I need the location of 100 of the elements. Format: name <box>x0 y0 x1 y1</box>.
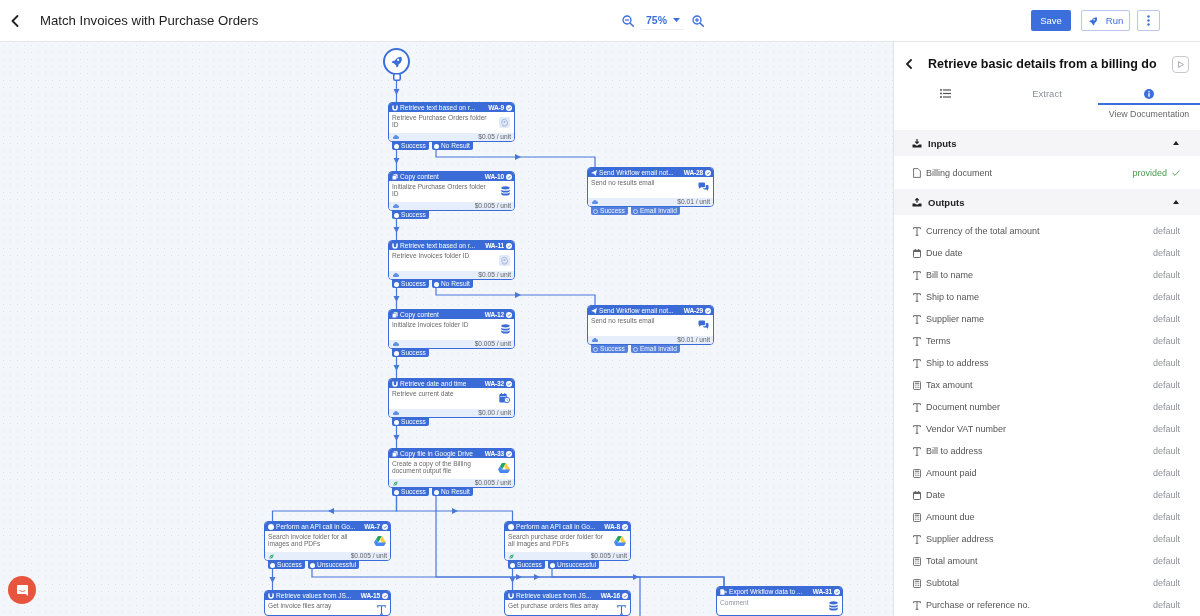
magnet-icon <box>392 104 398 111</box>
field-status: default <box>1152 226 1180 236</box>
cloud-icon <box>393 135 399 139</box>
chevron-left-icon <box>11 14 19 27</box>
check-circle-icon <box>506 104 512 111</box>
field-status: default <box>1152 468 1180 478</box>
field-label: Currency of the total amount <box>926 226 1041 236</box>
connector-arrow <box>393 425 400 449</box>
tab-caption: View Documentation <box>1107 108 1191 121</box>
text-type-icon <box>913 270 921 280</box>
field-label: Date <box>926 490 946 500</box>
field-label: Amount due <box>926 512 976 522</box>
more-options-button[interactable] <box>1137 10 1160 31</box>
chat-bubble-icon <box>15 583 29 597</box>
field-label: Tax amount <box>926 380 974 390</box>
field-label: Bill to address <box>926 446 984 456</box>
step-title: Retrieve basic details from a billing do <box>928 57 1157 71</box>
connector-arrow <box>393 80 400 103</box>
check-circle-icon <box>705 169 711 176</box>
field-status: default <box>1152 314 1180 324</box>
file-icon <box>913 167 921 178</box>
panel-tab[interactable]: Extract <box>996 86 1098 105</box>
chat-launcher-button[interactable] <box>8 576 36 604</box>
section-header[interactable]: Outputs <box>894 189 1200 215</box>
database-icon <box>501 186 510 197</box>
field-status: default <box>1152 402 1180 412</box>
list-icon <box>939 89 951 98</box>
text-type-icon <box>913 292 921 302</box>
check-circle-icon <box>834 588 840 595</box>
text-type-icon <box>913 336 921 346</box>
tray-upload-icon <box>912 197 922 207</box>
dot-icon <box>433 489 439 495</box>
connector-arrow <box>393 149 400 172</box>
check-circle-icon <box>506 450 512 457</box>
panel-tab[interactable] <box>1098 86 1200 105</box>
save-button[interactable]: Save <box>1031 10 1071 31</box>
run-button[interactable]: Run <box>1081 10 1130 31</box>
cloud-icon <box>393 273 399 277</box>
magnet-icon <box>392 380 398 387</box>
check-circle-icon <box>382 523 388 530</box>
rocket-icon <box>390 55 403 68</box>
field-status: default <box>1152 424 1180 434</box>
back-button[interactable] <box>906 59 912 69</box>
zoom-in-icon <box>692 14 704 27</box>
check-circle-icon <box>705 307 711 314</box>
field-label: Total amount <box>926 556 979 566</box>
text-type-icon <box>913 600 921 610</box>
dot-icon <box>433 143 439 149</box>
zoom-dropdown[interactable]: 75% <box>642 11 684 30</box>
check-circle-icon <box>506 380 512 387</box>
text-type-icon <box>913 358 921 368</box>
info-icon <box>1144 88 1154 99</box>
connector-arrow <box>393 287 400 310</box>
circle-icon <box>508 523 514 530</box>
field-status: default <box>1152 490 1180 500</box>
circle-icon <box>268 523 274 530</box>
ring-icon <box>632 208 638 214</box>
cloud-icon <box>592 338 598 342</box>
head-icon <box>499 255 510 266</box>
connector-arrow <box>393 356 400 379</box>
field-label: Bill to name <box>926 270 975 280</box>
magnet-icon <box>508 592 514 599</box>
back-button[interactable] <box>11 14 19 27</box>
field-label: Supplier address <box>926 534 995 544</box>
file-export-icon <box>720 588 727 595</box>
head-icon <box>499 117 510 128</box>
workflow-title: Match Invoices with Purchase Orders <box>40 13 259 28</box>
kebab-menu-icon <box>1147 15 1150 26</box>
magnet-icon <box>392 242 398 249</box>
field-status: default <box>1152 578 1180 588</box>
check-circle-icon <box>506 173 512 180</box>
ring-icon <box>632 346 638 352</box>
ring-icon <box>593 346 598 352</box>
zoom-in-button[interactable] <box>692 14 704 27</box>
check-circle-icon <box>382 592 388 599</box>
check-icon <box>1172 169 1180 176</box>
field-status: default <box>1152 446 1180 456</box>
dot-icon <box>510 562 515 568</box>
database-icon <box>829 601 838 612</box>
field-status: default <box>1152 556 1180 566</box>
ring-icon <box>593 208 598 214</box>
field-status: default <box>1152 358 1180 368</box>
triangle-logo-icon <box>498 463 510 473</box>
field-status: default <box>1152 534 1180 544</box>
text-type-icon <box>913 314 921 324</box>
cloud-icon <box>393 411 399 415</box>
magnet-icon <box>268 592 274 599</box>
cloud-icon <box>393 342 399 346</box>
field-label: Ship to name <box>926 292 981 302</box>
field-status: default <box>1152 248 1180 258</box>
start-node[interactable] <box>383 48 410 75</box>
dot-icon <box>270 562 275 568</box>
field-status: default <box>1152 600 1180 610</box>
zoom-out-button[interactable] <box>622 14 634 27</box>
check-circle-icon <box>506 242 512 249</box>
chat-icon <box>698 320 709 329</box>
dot-icon <box>394 419 399 425</box>
field-status: default <box>1152 292 1180 302</box>
dot-icon <box>549 562 555 568</box>
section-header[interactable]: Inputs <box>894 130 1200 156</box>
